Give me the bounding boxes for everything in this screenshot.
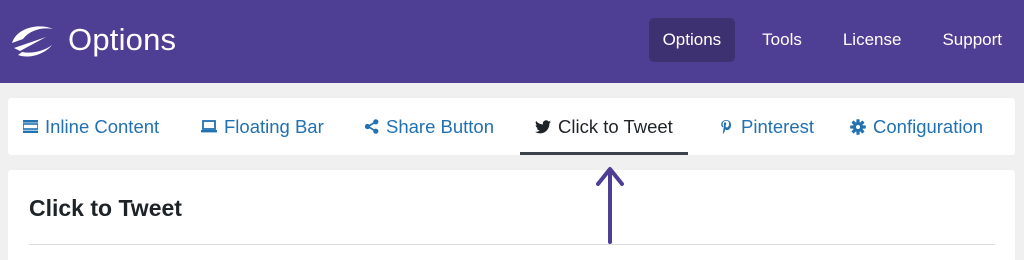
tab-inline-content[interactable]: Inline Content	[22, 98, 159, 155]
tab-label: Inline Content	[45, 115, 160, 137]
nav-tools[interactable]: Tools	[748, 18, 816, 62]
tab-share-button[interactable]: Share Button	[363, 98, 494, 155]
laptop-icon	[201, 119, 217, 135]
tab-label: Click to Tweet	[558, 115, 673, 137]
tab-floating-bar[interactable]: Floating Bar	[201, 98, 324, 155]
tab-label: Configuration	[873, 115, 984, 137]
top-header: Options Options Tools License Support	[0, 0, 1024, 83]
settings-tab-bar: Inline Content Floating Bar Share Button…	[8, 98, 1015, 155]
section-heading: Click to Tweet	[29, 195, 182, 221]
twitter-bird-icon	[535, 119, 551, 135]
annotation-arrow-icon	[596, 167, 624, 244]
top-navigation: Options Tools License Support	[636, 18, 1016, 62]
pinterest-icon	[718, 119, 734, 135]
nav-options[interactable]: Options	[648, 18, 736, 62]
tab-label: Share Button	[386, 115, 494, 137]
gear-icon	[850, 118, 866, 135]
tab-click-to-tweet[interactable]: Click to Tweet	[520, 98, 688, 155]
nav-support[interactable]: Support	[928, 18, 1016, 62]
tab-label: Pinterest	[741, 115, 815, 137]
inline-content-icon	[22, 119, 38, 135]
tab-configuration[interactable]: Configuration	[850, 98, 983, 155]
app-title: Options	[68, 22, 177, 57]
share-icon	[363, 119, 379, 135]
nav-license[interactable]: License	[829, 18, 916, 62]
content-panel: Click to Tweet	[8, 170, 1015, 260]
tab-pinterest[interactable]: Pinterest	[718, 98, 814, 155]
tab-label: Floating Bar	[224, 115, 324, 137]
brand-logo-icon[interactable]	[8, 21, 56, 61]
divider	[29, 244, 995, 245]
